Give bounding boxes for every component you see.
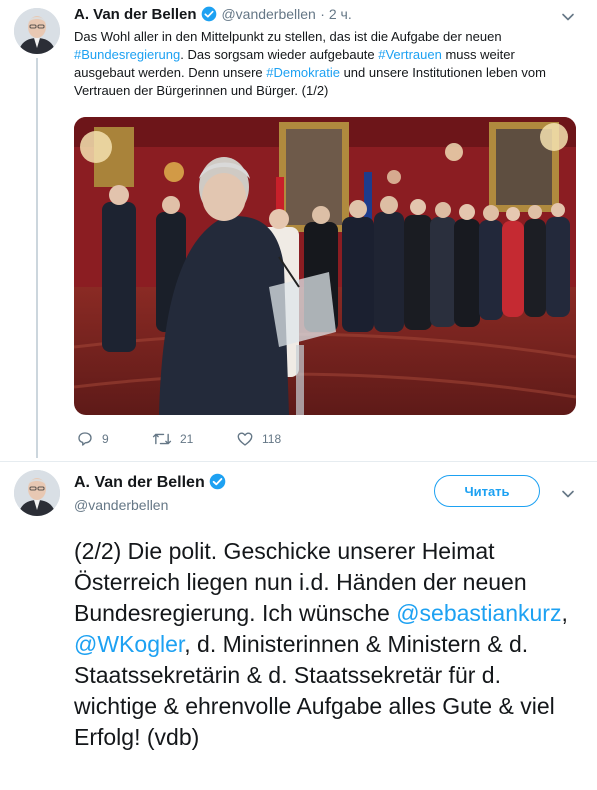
retweet-button[interactable]: 21 (152, 430, 193, 448)
tweet-photo[interactable] (74, 117, 576, 415)
author-handle[interactable]: @vanderbellen (221, 6, 315, 22)
author-name-row: A. Van der Bellen (74, 473, 226, 492)
retweet-icon (152, 433, 172, 445)
like-count: 118 (262, 432, 282, 446)
reply-icon (78, 432, 92, 446)
avatar[interactable] (14, 470, 60, 516)
chevron-down-icon[interactable] (561, 487, 575, 501)
verified-badge-icon (201, 6, 217, 22)
author-handle[interactable]: @vanderbellen (74, 497, 168, 513)
author-name[interactable]: A. Van der Bellen (74, 6, 197, 23)
like-button[interactable]: 118 (236, 430, 281, 448)
tweet-divider (0, 461, 597, 462)
reply-count: 9 (102, 432, 109, 446)
swearing-in-ceremony-image (74, 117, 576, 415)
tweet-timestamp[interactable]: · 2 ч. (320, 6, 351, 22)
chevron-down-icon[interactable] (561, 10, 575, 24)
hashtag-link[interactable]: #Demokratie (266, 65, 340, 80)
hashtag-link[interactable]: #Bundesregierung (74, 47, 180, 62)
reply-button[interactable]: 9 (76, 430, 109, 448)
tweet-text: (2/2) Die polit. Geschicke unserer Heima… (74, 536, 584, 753)
verified-badge-icon (209, 473, 226, 490)
mention-link[interactable]: @sebastiankurz (396, 600, 561, 626)
like-icon (237, 432, 253, 446)
author-name[interactable]: A. Van der Bellen (74, 474, 205, 491)
mention-link[interactable]: @WKogler (74, 631, 184, 657)
avatar[interactable] (14, 8, 60, 54)
tweet-header: A. Van der Bellen @vanderbellen · 2 ч. (74, 6, 352, 24)
hashtag-link[interactable]: #Vertrauen (378, 47, 442, 62)
tweet-text-segment: Das Wohl aller in den Mittelpunkt zu ste… (74, 29, 502, 44)
tweet-text: Das Wohl aller in den Mittelpunkt zu ste… (74, 28, 554, 100)
retweet-count: 21 (180, 432, 194, 446)
thread-connector-line (36, 58, 38, 458)
follow-button[interactable]: Читать (434, 475, 540, 507)
tweet-text-segment: , (561, 600, 568, 626)
tweet-text-segment: . Das sorgsam wieder aufgebaute (180, 47, 379, 62)
